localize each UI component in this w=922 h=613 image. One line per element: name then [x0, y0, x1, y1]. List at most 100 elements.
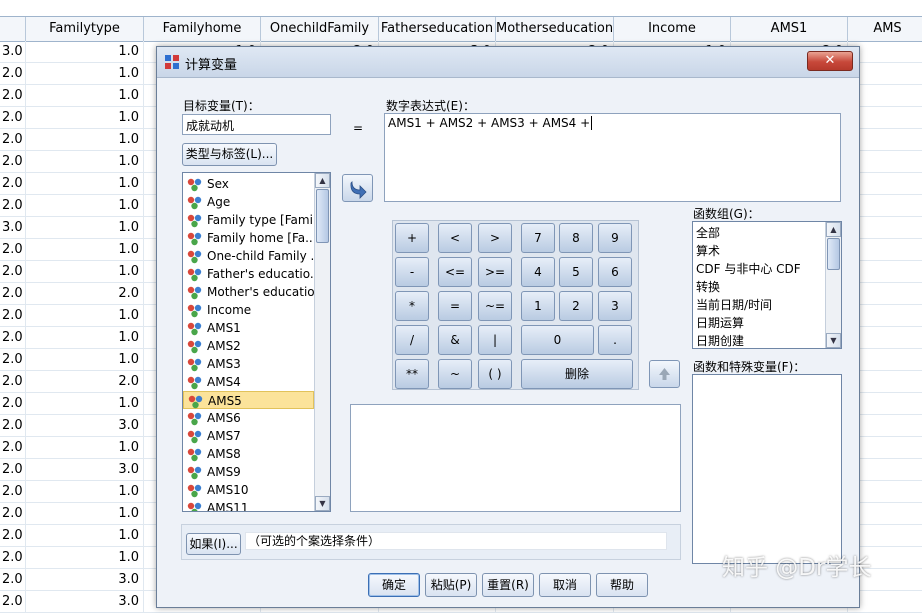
table-cell[interactable]: 2.0	[0, 393, 26, 415]
function-group-list[interactable]: 全部 算术 CDF 与非中心 CDF 转换 当前日期/时间 日期运算 日期创建 ▲ ▼	[692, 221, 842, 349]
keypad-key[interactable]: ~	[438, 359, 472, 389]
function-group-item[interactable]: 当前日期/时间	[693, 296, 825, 314]
variable-item[interactable]: Father's educatio...	[183, 265, 321, 283]
table-cell[interactable]: 3.0	[26, 591, 144, 613]
keypad-key[interactable]: .	[598, 325, 632, 355]
keypad-key[interactable]: 3	[598, 291, 632, 321]
table-cell[interactable]: 2.0	[0, 305, 26, 327]
variable-item[interactable]: Mother's educatio...	[183, 283, 326, 301]
keypad-key[interactable]: <	[438, 223, 472, 253]
scroll-down-button[interactable]: ▼	[826, 333, 841, 348]
table-cell[interactable]: 2.0	[0, 371, 26, 393]
table-cell[interactable]: 2.0	[0, 283, 26, 305]
table-cell[interactable]: 2.0	[0, 239, 26, 261]
variable-item[interactable]: AMS7	[183, 427, 314, 445]
table-cell[interactable]: 2.0	[0, 349, 26, 371]
column-header[interactable]: AMS1	[731, 17, 848, 41]
column-header[interactable]: Fatherseducation	[379, 17, 496, 41]
keypad-key[interactable]: ~=	[478, 291, 512, 321]
keypad-key[interactable]: 2	[559, 291, 593, 321]
table-cell[interactable]: 1.0	[26, 173, 144, 195]
variable-item[interactable]: AMS2	[183, 337, 314, 355]
keypad-key[interactable]: ( )	[478, 359, 512, 389]
keypad-key[interactable]: **	[395, 359, 429, 389]
table-cell[interactable]: 2.0	[0, 481, 26, 503]
variable-item[interactable]: AMS4	[183, 373, 314, 391]
delete-key[interactable]: 删除	[521, 359, 633, 389]
table-cell[interactable]: 1.0	[26, 41, 144, 63]
table-cell[interactable]: 1.0	[26, 349, 144, 371]
keypad-key[interactable]: /	[395, 325, 429, 355]
keypad-key[interactable]: 7	[521, 223, 555, 253]
variable-item[interactable]: AMS10	[183, 481, 314, 499]
table-cell[interactable]: 1.0	[26, 107, 144, 129]
target-variable-input[interactable]: 成就动机	[182, 114, 331, 135]
table-cell[interactable]: 2.0	[0, 129, 26, 151]
scroll-up-button[interactable]: ▲	[315, 173, 330, 188]
keypad-key[interactable]: -	[395, 257, 429, 287]
keypad-key[interactable]: =	[438, 291, 472, 321]
move-to-expression-button[interactable]	[342, 174, 373, 202]
table-cell[interactable]: 2.0	[0, 63, 26, 85]
table-cell[interactable]: 2.0	[0, 503, 26, 525]
table-cell[interactable]: 2.0	[26, 371, 144, 393]
table-cell[interactable]: 1.0	[26, 503, 144, 525]
table-cell[interactable]: 2.0	[0, 459, 26, 481]
table-cell[interactable]: 2.0	[0, 261, 26, 283]
keypad-key[interactable]: 0	[521, 325, 594, 355]
table-cell[interactable]: 2.0	[0, 437, 26, 459]
table-cell[interactable]: 3.0	[26, 569, 144, 591]
keypad-key[interactable]: |	[478, 325, 512, 355]
paste-button[interactable]: 粘贴(P)	[425, 573, 477, 597]
table-cell[interactable]: 2.0	[0, 525, 26, 547]
table-cell[interactable]: 2.0	[0, 327, 26, 349]
table-cell[interactable]: 1.0	[26, 327, 144, 349]
table-cell[interactable]: 1.0	[26, 481, 144, 503]
variable-item[interactable]: AMS3	[183, 355, 314, 373]
table-cell[interactable]: 2.0	[0, 547, 26, 569]
numeric-expression-input[interactable]: AMS1 + AMS2 + AMS3 + AMS4 +	[384, 113, 841, 202]
keypad-key[interactable]: 4	[521, 257, 555, 287]
table-cell[interactable]: 2.0	[0, 195, 26, 217]
table-cell[interactable]: 2.0	[0, 173, 26, 195]
table-cell[interactable]: 1.0	[26, 85, 144, 107]
table-cell[interactable]: 1.0	[26, 305, 144, 327]
functions-list[interactable]	[692, 374, 842, 564]
variable-item[interactable]: One-child Family ...	[183, 247, 322, 265]
table-cell[interactable]: 3.0	[26, 459, 144, 481]
variable-item[interactable]: Income	[183, 301, 314, 319]
table-cell[interactable]: 2.0	[0, 569, 26, 591]
table-cell[interactable]: 2.0	[0, 591, 26, 613]
table-cell[interactable]: 1.0	[26, 547, 144, 569]
function-group-item[interactable]: 转换	[693, 278, 825, 296]
keypad-key[interactable]: 8	[559, 223, 593, 253]
keypad-key[interactable]: *	[395, 291, 429, 321]
table-cell[interactable]: 2.0	[26, 283, 144, 305]
variable-item[interactable]: AMS1	[183, 319, 314, 337]
table-cell[interactable]: 1.0	[26, 151, 144, 173]
keypad-key[interactable]: &	[438, 325, 472, 355]
variable-item[interactable]: AMS5	[183, 391, 314, 409]
dialog-titlebar[interactable]: 计算变量 ✕	[157, 47, 859, 78]
keypad-key[interactable]: 9	[598, 223, 632, 253]
keypad-key[interactable]: >	[478, 223, 512, 253]
keypad-key[interactable]: 1	[521, 291, 555, 321]
keypad-key[interactable]: +	[395, 223, 429, 253]
variable-list[interactable]: Sex Age Family type [Fami... Family home [F…	[182, 172, 331, 512]
up-arrow-button[interactable]	[649, 360, 680, 388]
close-button[interactable]: ✕	[807, 51, 853, 71]
variable-item[interactable]: AMS6	[183, 409, 314, 427]
table-cell[interactable]: 3.0	[0, 217, 26, 239]
variable-item[interactable]: Sex	[183, 175, 314, 193]
variable-list-scrollbar[interactable]: ▲ ▼	[314, 173, 330, 511]
table-cell[interactable]: 1.0	[26, 129, 144, 151]
table-cell[interactable]: 3.0	[0, 41, 26, 63]
table-cell[interactable]: 1.0	[26, 217, 144, 239]
cancel-button[interactable]: 取消	[539, 573, 591, 597]
function-group-item[interactable]: 日期运算	[693, 314, 825, 332]
variable-item[interactable]: Family type [Fami...	[183, 211, 324, 229]
type-and-label-button[interactable]: 类型与标签(L)...	[182, 143, 277, 166]
table-cell[interactable]: 2.0	[0, 415, 26, 437]
variable-item[interactable]: AMS9	[183, 463, 314, 481]
function-group-item[interactable]: 算术	[693, 242, 825, 260]
